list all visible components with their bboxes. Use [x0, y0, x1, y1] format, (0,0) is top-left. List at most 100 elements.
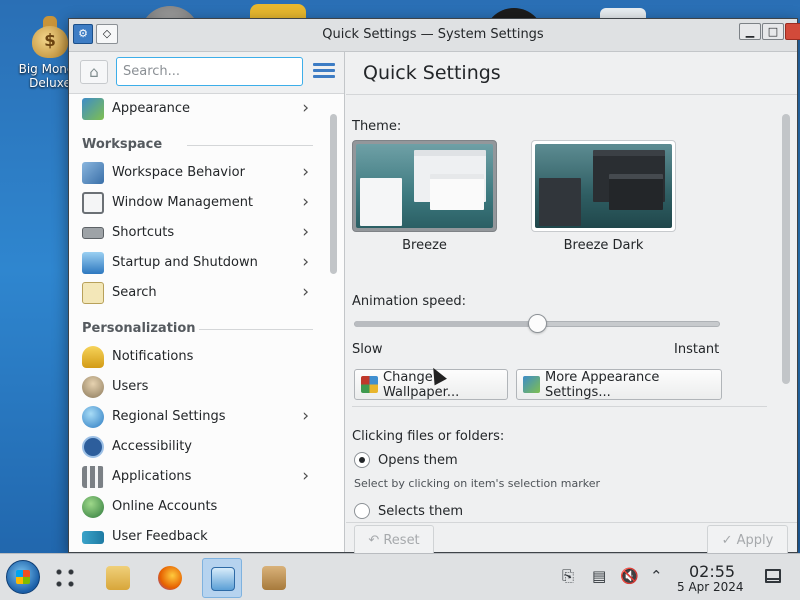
section-divider [352, 406, 767, 407]
taskbar-overview-button[interactable] [45, 558, 85, 598]
sidebar-item-label: Applications [112, 469, 192, 484]
wallpaper-icon [361, 376, 378, 393]
sidebar-item-window-management[interactable]: Window Management › [69, 188, 323, 218]
globe-icon [82, 406, 104, 428]
section-header-workspace: Workspace [82, 137, 163, 152]
sidebar-item-label: Accessibility [112, 439, 192, 454]
sidebar-item-applications[interactable]: Applications › [69, 462, 323, 492]
clicking-files-label: Clicking files or folders: [352, 429, 505, 444]
hamburger-menu-icon[interactable] [311, 61, 337, 83]
theme-name-breeze-dark: Breeze Dark [563, 238, 644, 253]
selects-them-label[interactable]: Selects them [378, 504, 463, 519]
chevron-right-icon: › [302, 466, 309, 486]
bell-icon [82, 346, 104, 368]
firefox-icon [158, 566, 182, 590]
opens-them-radio[interactable] [354, 452, 370, 468]
accessibility-icon [82, 436, 104, 458]
money-bag-icon: $ [29, 14, 71, 60]
search-icon [82, 282, 104, 304]
opens-them-hint: Select by clicking on item's selection m… [354, 477, 600, 490]
sidebar-list: Appearance › Workspace Workspace Behavio… [69, 94, 323, 552]
page-title: Quick Settings [363, 62, 501, 84]
users-icon [82, 376, 104, 398]
sidebar-scrollbar[interactable] [330, 114, 337, 274]
notes-tray-icon[interactable]: ▤ [592, 567, 606, 585]
chevron-right-icon: › [302, 98, 309, 118]
chevron-right-icon: › [302, 252, 309, 272]
taskbar-file-manager[interactable] [98, 558, 138, 598]
sidebar-item-shortcuts[interactable]: Shortcuts › [69, 218, 323, 248]
keyboard-icon [82, 227, 104, 239]
sidebar-item-user-feedback[interactable]: User Feedback [69, 522, 323, 552]
taskbar-system-settings[interactable] [202, 558, 242, 598]
sidebar-item-label: Regional Settings [112, 409, 226, 424]
change-wallpaper-label: Change Wallpaper... [383, 370, 460, 400]
close-button[interactable]: ✕ [785, 23, 800, 40]
clipboard-tray-icon[interactable]: ⎘ [562, 567, 574, 585]
tray-expand-chevron-icon[interactable]: ⌃ [650, 567, 663, 585]
sidebar-item-accessibility[interactable]: Accessibility [69, 432, 323, 462]
title-bar[interactable]: ⚙ ◇ Quick Settings — System Settings ▁ □… [69, 19, 800, 52]
animation-speed-slider[interactable] [354, 314, 720, 333]
sidebar-item-appearance[interactable]: Appearance › [69, 94, 323, 124]
sidebar: ⌂ Appearance › Workspace Workspace Behav… [69, 52, 345, 552]
sidebar-item-label: Shortcuts [112, 225, 175, 240]
search-input[interactable] [116, 57, 303, 86]
appearance-icon [82, 98, 104, 120]
clock-time[interactable]: 02:55 [689, 562, 735, 581]
sidebar-item-label: Workspace Behavior [112, 165, 245, 180]
sidebar-item-search[interactable]: Search › [69, 278, 323, 308]
sidebar-item-online-accounts[interactable]: Online Accounts [69, 492, 323, 522]
slider-handle[interactable] [528, 314, 547, 333]
theme-card-breeze-dark[interactable] [531, 140, 676, 232]
minimize-button[interactable]: ▁ [739, 23, 761, 40]
reset-icon: ↶ [368, 532, 384, 548]
breeze-theme-preview [356, 144, 493, 228]
applications-icon [82, 466, 104, 488]
section-divider [187, 145, 313, 146]
sidebar-item-label: Users [112, 379, 149, 394]
chevron-right-icon: › [302, 192, 309, 212]
animation-speed-label: Animation speed: [352, 294, 467, 309]
sidebar-item-label: Search [112, 285, 157, 300]
package-icon [262, 566, 286, 590]
chevron-right-icon: › [302, 406, 309, 426]
sidebar-item-workspace-behavior[interactable]: Workspace Behavior › [69, 158, 323, 188]
system-settings-icon [211, 567, 235, 591]
opens-them-label[interactable]: Opens them [378, 453, 458, 468]
sidebar-item-regional-settings[interactable]: Regional Settings › [69, 402, 323, 432]
clock-date[interactable]: 5 Apr 2024 [677, 580, 744, 594]
selects-them-radio[interactable] [354, 503, 370, 519]
sidebar-item-startup-shutdown[interactable]: Startup and Shutdown › [69, 248, 323, 278]
system-settings-window: ⚙ ◇ Quick Settings — System Settings ▁ □… [68, 18, 800, 555]
startup-shutdown-icon [82, 252, 104, 274]
user-feedback-icon [82, 531, 104, 544]
start-menu-icon[interactable] [6, 560, 40, 594]
maximize-button[interactable]: □ [762, 23, 784, 40]
taskbar-package-manager[interactable] [254, 558, 294, 598]
apply-check-icon: ✓ [721, 532, 737, 548]
main-scrollbar[interactable] [782, 114, 790, 384]
theme-name-breeze: Breeze [402, 238, 447, 253]
sidebar-item-label: Notifications [112, 349, 194, 364]
home-icon[interactable]: ⌂ [80, 60, 108, 84]
more-appearance-settings-button[interactable]: More Appearance Settings... [516, 369, 722, 400]
sidebar-item-label: User Feedback [112, 529, 208, 544]
slider-fill [355, 321, 537, 327]
sidebar-item-users[interactable]: Users [69, 372, 323, 402]
sidebar-item-notifications[interactable]: Notifications [69, 342, 323, 372]
page-footer: ↶ Reset ✓ Apply [346, 522, 797, 555]
section-header-personalization: Personalization [82, 321, 196, 336]
volume-muted-icon[interactable]: 🔇 [620, 567, 639, 585]
sidebar-item-label: Startup and Shutdown [112, 255, 258, 270]
page-divider [346, 94, 797, 95]
taskbar-firefox[interactable] [150, 558, 190, 598]
appearance-icon [523, 376, 540, 393]
theme-card-breeze[interactable] [352, 140, 497, 232]
reset-button[interactable]: ↶ Reset [354, 525, 434, 555]
window-management-icon [82, 192, 104, 214]
apply-button[interactable]: ✓ Apply [707, 525, 788, 555]
chevron-right-icon: › [302, 282, 309, 302]
show-desktop-icon[interactable] [765, 569, 781, 583]
section-divider [199, 329, 313, 330]
